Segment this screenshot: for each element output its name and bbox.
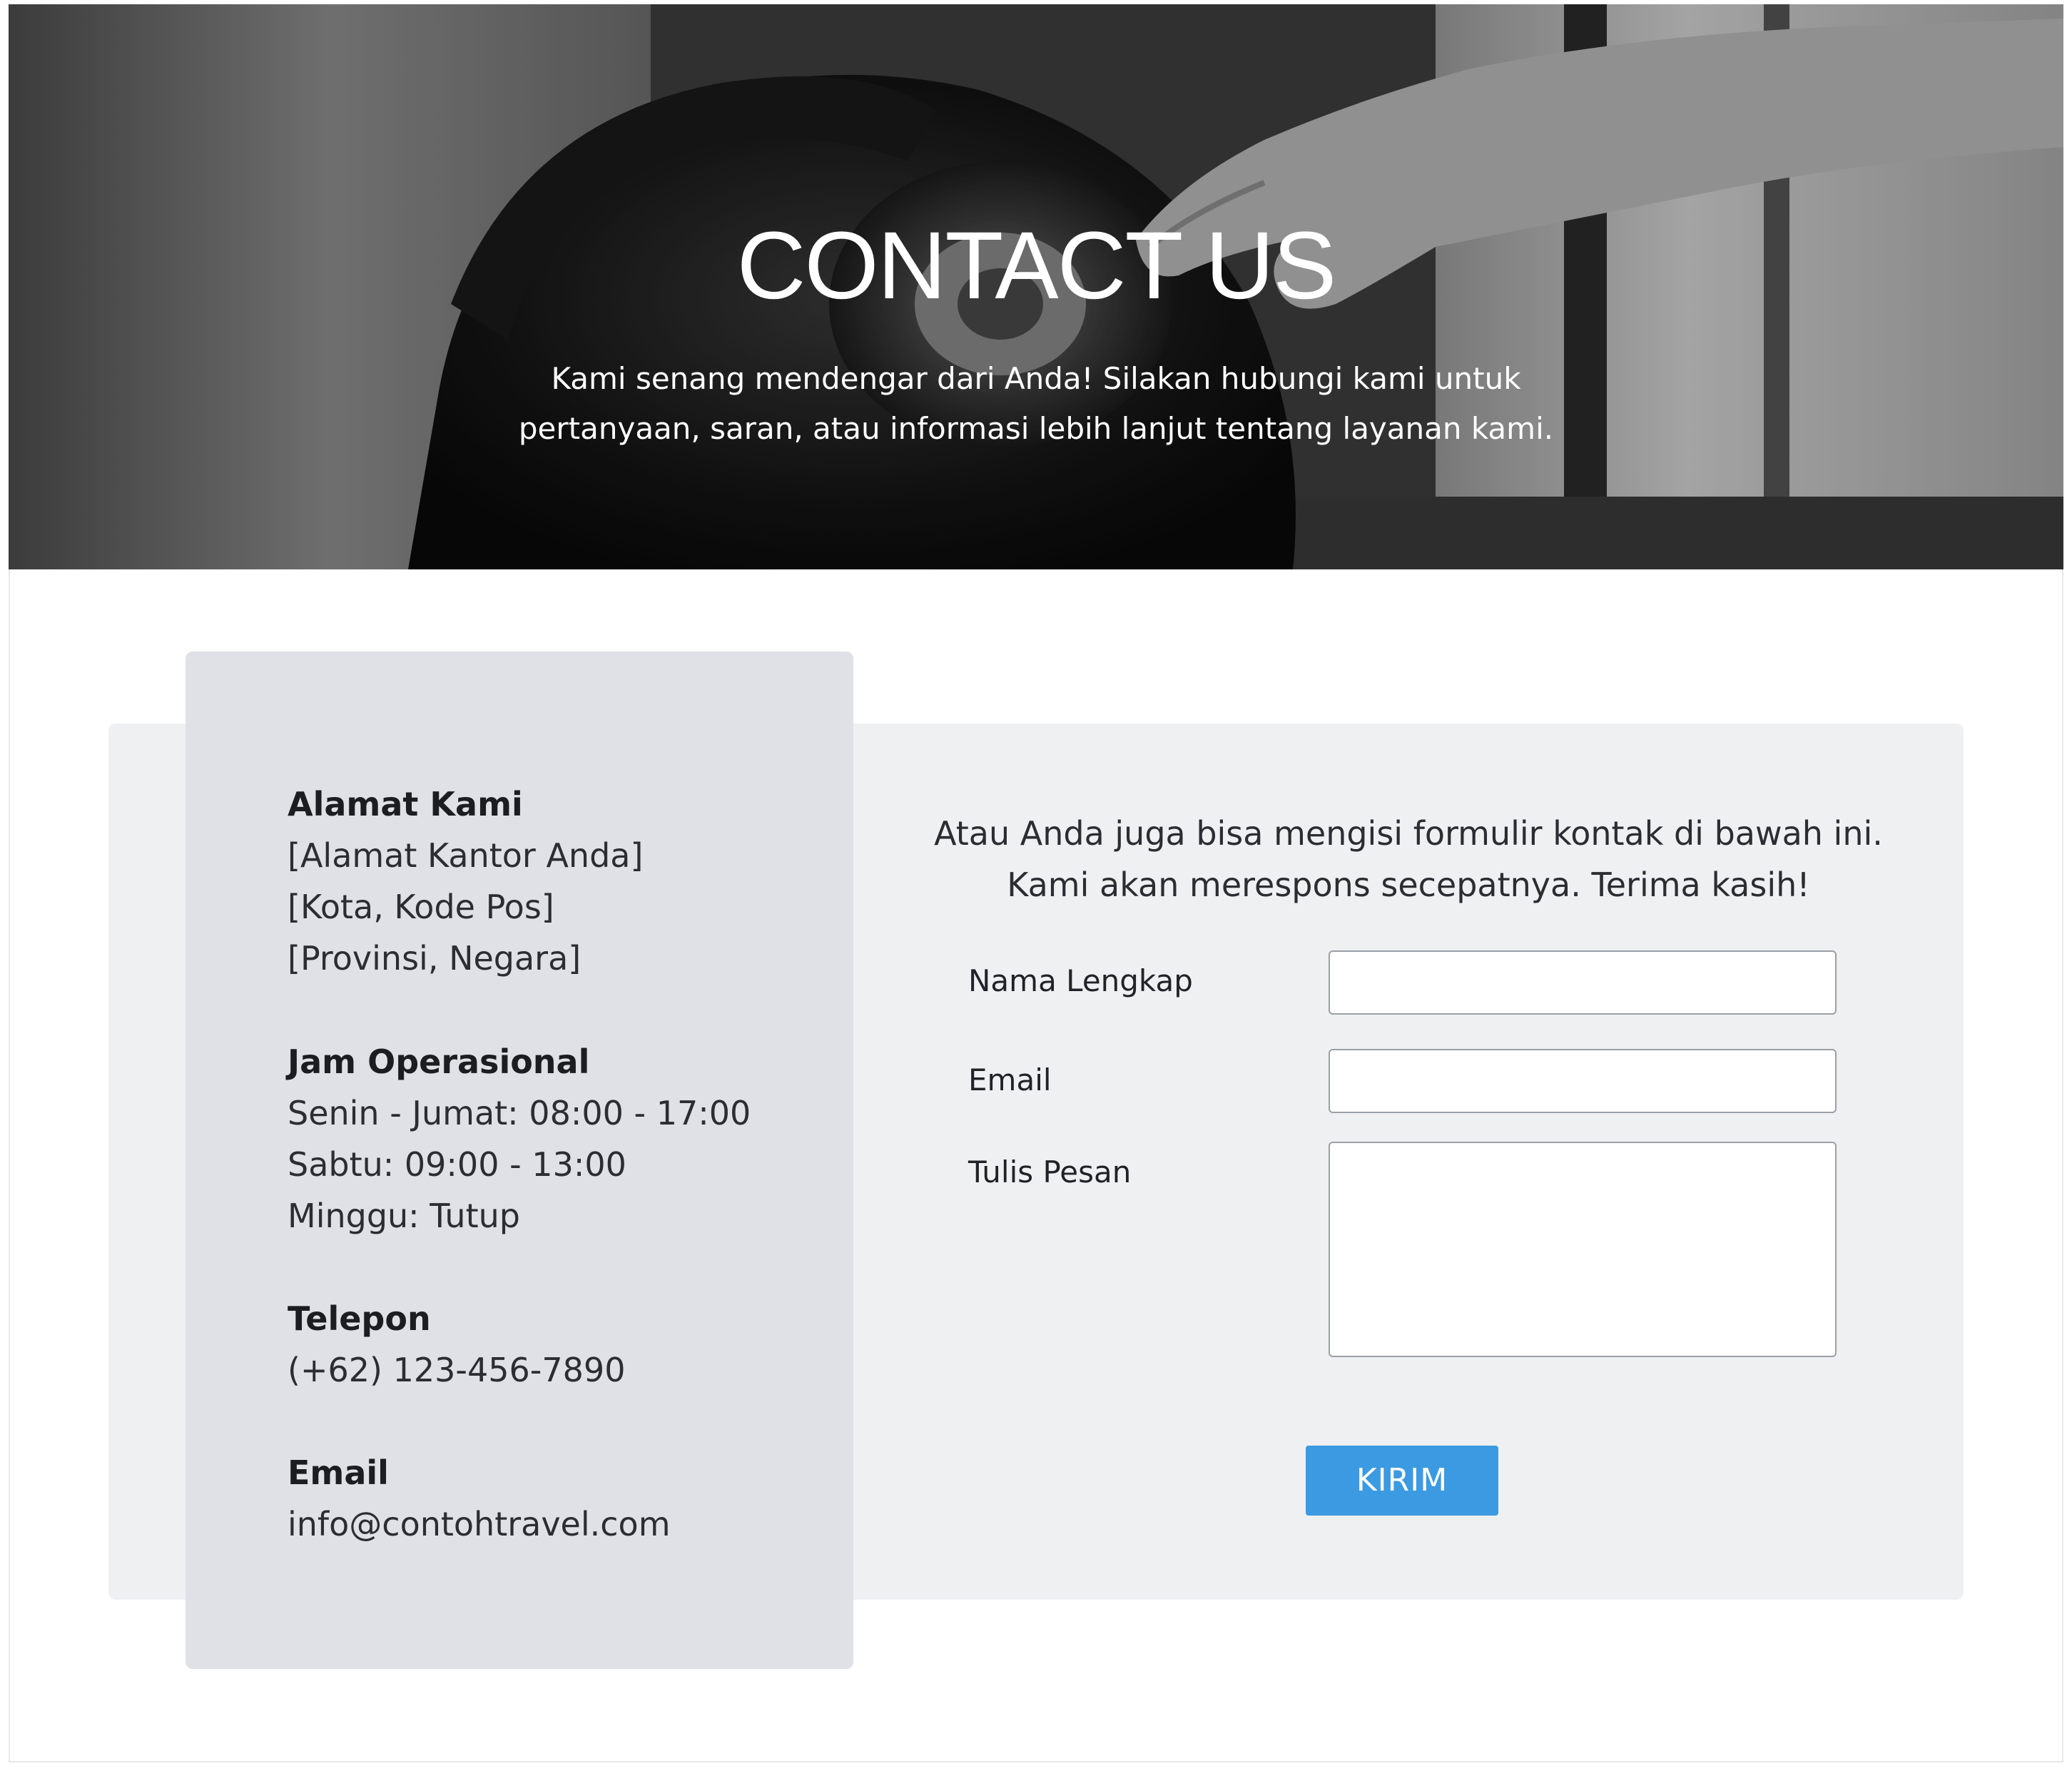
address-line: [Provinsi, Negara] (288, 939, 582, 978)
name-field[interactable] (1329, 950, 1837, 1015)
name-label: Nama Lengkap (968, 963, 1193, 998)
email-field[interactable] (1329, 1049, 1837, 1113)
address-heading: Alamat Kami (288, 785, 523, 823)
address-block: Alamat Kami [Alamat Kantor Anda] [Kota, … (288, 778, 643, 984)
form-intro: Atau Anda juga bisa mengisi formulir kon… (853, 808, 1964, 910)
hero-banner: CONTACT US Kami senang mendengar dari An… (9, 4, 2063, 569)
form-intro-line: Atau Anda juga bisa mengisi formulir kon… (934, 814, 1883, 853)
hours-line: Minggu: Tutup (288, 1197, 520, 1235)
email-label: Email (968, 1062, 1052, 1097)
phone-number[interactable]: (+62) 123-456-7890 (288, 1344, 625, 1396)
hero-subtitle-line: pertanyaan, saran, atau informasi lebih … (518, 411, 1554, 446)
form-intro-line: Kami akan merespons secepatnya. Terima k… (1007, 866, 1810, 904)
page-title: CONTACT US (736, 213, 1337, 319)
phone-block: Telepon (+62) 123-456-7890 (288, 1293, 625, 1396)
hours-block: Jam Operasional Senin - Jumat: 08:00 - 1… (288, 1036, 751, 1242)
contact-info-panel: Alamat Kami [Alamat Kantor Anda] [Kota, … (186, 651, 853, 1669)
message-field[interactable] (1329, 1142, 1837, 1357)
submit-button[interactable]: KIRIM (1306, 1446, 1498, 1516)
message-label: Tulis Pesan (968, 1155, 1132, 1189)
email-block: Email info@contohtravel.com (288, 1447, 671, 1550)
hero-subtitle-line: Kami senang mendengar dari Anda! Silakan… (551, 361, 1521, 396)
hours-heading: Jam Operasional (288, 1042, 590, 1081)
address-line: [Kota, Kode Pos] (288, 888, 554, 926)
hours-line: Senin - Jumat: 08:00 - 17:00 (288, 1094, 751, 1132)
email-address[interactable]: info@contohtravel.com (288, 1498, 671, 1550)
phone-heading: Telepon (288, 1299, 431, 1338)
hero-subtitle: Kami senang mendengar dari Anda! Silakan… (9, 354, 2063, 454)
address-line: [Alamat Kantor Anda] (288, 836, 644, 875)
email-heading: Email (288, 1453, 389, 1492)
hours-line: Sabtu: 09:00 - 13:00 (288, 1145, 626, 1184)
